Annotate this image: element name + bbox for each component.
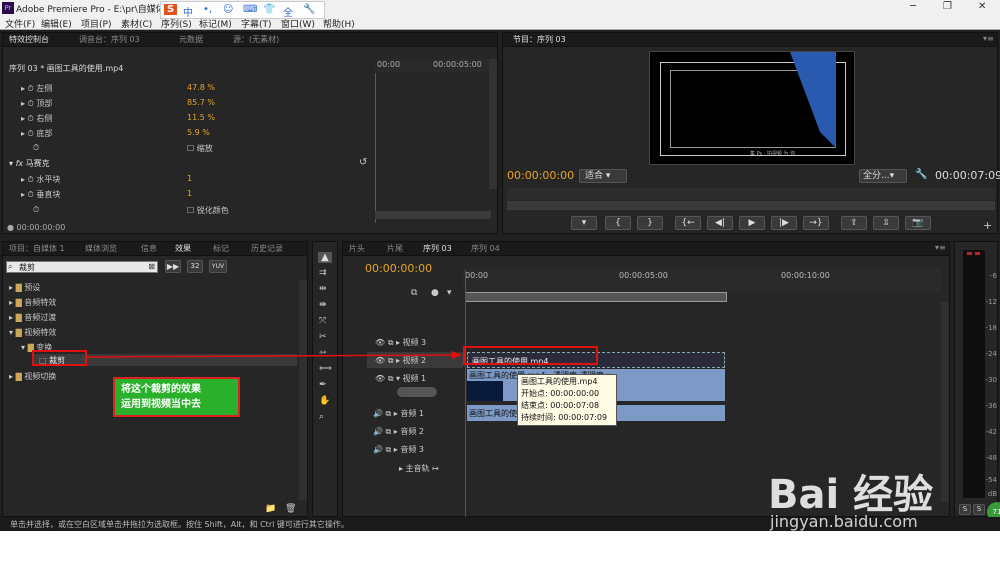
meter-label-12: -12 [985,298,997,306]
peak-right [975,252,980,255]
meter-label-db: dB [987,490,997,498]
peak-left [967,252,972,255]
audio-meter-panel: -6 -12 -18 -24 -30 -36 -42 -48 -54 dB S … [954,241,1000,522]
tooltip-duration: 持续时间: 00:00:07:09 [521,413,608,422]
meter-label-6: -6 [990,272,997,280]
tooltip-start: 开始点: 00:00:00:00 [521,389,600,398]
baidu-url-watermark: jingyan.baidu.com [770,512,918,531]
solo-left-button[interactable]: S [959,504,971,515]
meter-label-42: -42 [985,428,997,436]
tooltip-name: 画图工具的使用.mp4 [521,377,598,386]
bottom-strip [0,531,1000,562]
clip-tooltip: 画图工具的使用.mp4 开始点: 00:00:00:00 结束点: 00:00:… [517,374,617,426]
meter-label-18: -18 [985,324,997,332]
meter-label-54: -54 [985,476,997,484]
meter-label-36: -36 [985,402,997,410]
meter-label-24: -24 [985,350,997,358]
solo-right-button[interactable]: S [973,504,985,515]
tooltip-end: 结束点: 00:00:07:08 [521,401,600,410]
meter-bars [963,250,985,498]
meter-label-48: -48 [985,454,997,462]
meter-label-30: -30 [985,376,997,384]
